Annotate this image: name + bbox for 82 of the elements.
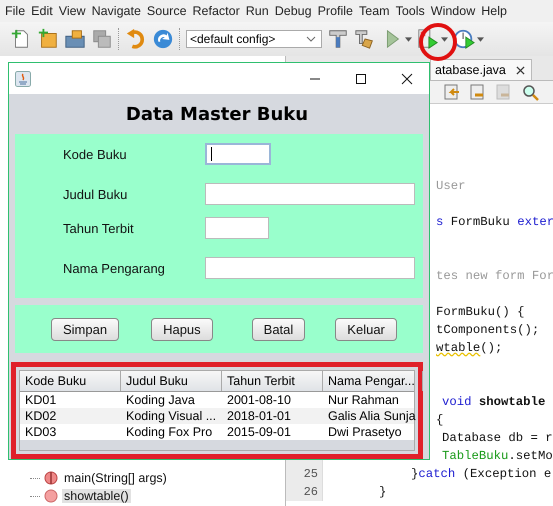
input-field[interactable] <box>205 143 271 165</box>
menu-item[interactable]: View <box>56 4 89 18</box>
menu-item[interactable]: Source <box>144 4 190 18</box>
method-icon <box>44 489 58 503</box>
menu-item[interactable]: Window <box>428 4 478 18</box>
code-line: Database db = r <box>442 431 553 445</box>
back-icon[interactable] <box>443 83 461 101</box>
code-line: tComponents(); <box>436 323 540 337</box>
close-icon[interactable] <box>401 72 413 84</box>
code-line: { <box>436 413 444 427</box>
caret-icon[interactable] <box>477 36 484 42</box>
table-cell-text: 2018-01-01 <box>226 408 292 424</box>
input-field[interactable] <box>205 217 269 239</box>
input-field[interactable] <box>205 257 415 279</box>
field-label: Kode Buku <box>62 146 128 162</box>
caret-icon <box>306 36 316 42</box>
folder-icon[interactable] <box>64 28 86 50</box>
menu-item[interactable]: Refactor <box>190 4 243 18</box>
search-icon[interactable] <box>521 83 539 101</box>
close-icon[interactable] <box>516 66 525 74</box>
field-label: Judul Buku <box>62 186 128 202</box>
save-all-icon[interactable] <box>91 28 113 50</box>
code-line: void showtable <box>442 395 546 409</box>
table-cell-text: KD01 <box>24 392 58 408</box>
config-dropdown[interactable]: <default config> <box>186 30 322 48</box>
table-cell-text: Nur Rahman <box>327 392 400 408</box>
highlight-circle <box>418 22 458 62</box>
hammer-icon[interactable] <box>327 28 349 50</box>
maximize-icon[interactable] <box>355 72 367 84</box>
menu-item[interactable]: Profile <box>314 4 356 18</box>
menu-item[interactable]: Edit <box>28 4 56 18</box>
menu-item[interactable]: Team <box>356 4 393 18</box>
menu-item[interactable]: Navigate <box>88 4 144 18</box>
undo-icon[interactable] <box>125 28 147 50</box>
table-cell-text: Galis Alia Sunja <box>327 408 417 424</box>
new-project-icon[interactable] <box>37 28 59 50</box>
column-header[interactable]: Judul Buku <box>121 371 222 391</box>
code-line: FormBuku() { <box>436 305 525 319</box>
broom-icon[interactable] <box>354 28 376 50</box>
table-cell-text: Koding Fox Pro <box>125 424 214 440</box>
action-button[interactable]: Batal <box>252 318 306 340</box>
file-tab[interactable]: atabase.java <box>430 59 532 80</box>
app-icon <box>15 70 31 86</box>
line-number: 25 <box>304 467 318 481</box>
navigator-item[interactable]: showtable() <box>62 489 131 503</box>
column-header[interactable]: Tahun Terbit <box>222 371 323 391</box>
table-cell-text: Koding Visual ... <box>125 408 218 424</box>
table-cell-text: 2001-08-10 <box>226 392 292 408</box>
debug-icon[interactable] <box>417 28 439 50</box>
code-line: tes new form For <box>436 269 553 283</box>
column-header[interactable]: Nama Pengar... <box>323 371 423 391</box>
column-header[interactable]: Kode Buku <box>20 371 121 391</box>
menu-item[interactable]: Tools <box>392 4 428 18</box>
method-icon <box>44 471 58 485</box>
redo-icon[interactable] <box>152 28 174 50</box>
table-cell-text: Dwi Prasetyo <box>327 424 403 440</box>
field-label: Nama Pengarang <box>62 260 166 276</box>
stopwatch-icon[interactable] <box>453 28 475 50</box>
menu-item[interactable]: File <box>2 4 28 18</box>
menu-item[interactable]: Run <box>242 4 272 18</box>
action-button[interactable]: Simpan <box>51 318 120 340</box>
code-line: s FormBuku exter <box>436 215 553 229</box>
action-button[interactable]: Keluar <box>335 318 397 340</box>
menu-item[interactable]: Help <box>478 4 510 18</box>
code-line: } <box>379 485 386 499</box>
table-cell-text: KD02 <box>24 408 58 424</box>
table-cell-text: KD03 <box>24 424 58 440</box>
code-line: TableBuku.setMo <box>442 449 553 463</box>
caret-icon[interactable] <box>405 36 412 42</box>
line-number: 26 <box>304 485 318 499</box>
code-line: wtable(); <box>436 341 502 355</box>
input-field[interactable] <box>205 183 415 205</box>
table-cell-text: 2015-09-01 <box>226 424 292 440</box>
field-label: Tahun Terbit <box>62 220 135 236</box>
code-line: User <box>436 179 466 193</box>
caret-icon[interactable] <box>441 36 448 42</box>
menu-item[interactable]: Debug <box>272 4 315 18</box>
code-line: }catch (Exception e <box>411 467 552 481</box>
action-button[interactable]: Hapus <box>151 318 213 340</box>
table-cell-text: Koding Java <box>125 392 196 408</box>
navigator-item[interactable]: main(String[] args) <box>62 471 169 485</box>
form-title: Data Master Buku <box>124 102 310 126</box>
